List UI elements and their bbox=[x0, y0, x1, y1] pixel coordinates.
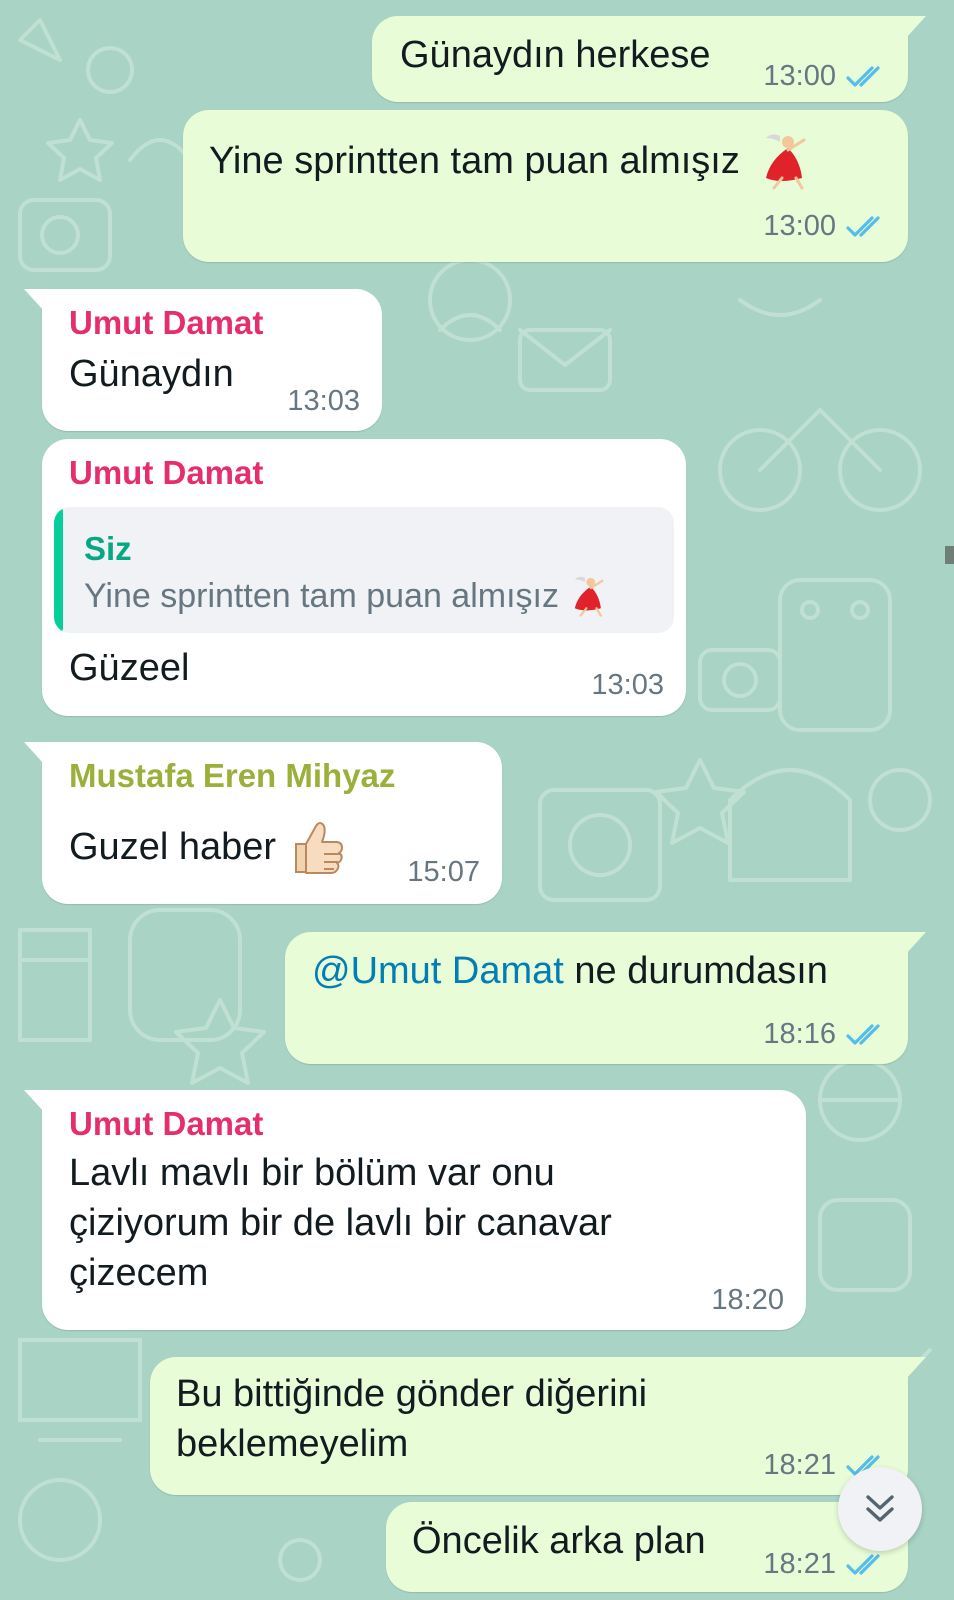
message-text-line: beklemeyelim bbox=[176, 1423, 409, 1465]
read-ticks-icon bbox=[846, 1023, 880, 1045]
sender-name: Umut Damat bbox=[69, 1105, 264, 1142]
message-list: Günaydın herkese 13:00 Yine sprintten ta… bbox=[0, 0, 954, 1600]
message-meta: 13:00 bbox=[763, 210, 886, 243]
message-text-line: Bu bittiğinde gönder diğerini bbox=[176, 1373, 648, 1415]
message-text: Güzeel bbox=[69, 647, 190, 689]
message-bubble-incoming[interactable]: Umut Damat Günaydın 13:03 bbox=[24, 289, 382, 431]
message-text-row: Guzel haber bbox=[69, 818, 346, 876]
message-bubble-outgoing[interactable]: @Umut Damat ne durumdasın 18:16 bbox=[285, 932, 926, 1064]
message-time: 13:03 bbox=[287, 385, 360, 417]
quoted-text: Yine sprintten tam puan almışız bbox=[84, 576, 559, 615]
sender-name: Umut Damat bbox=[69, 304, 264, 341]
message-bubble-incoming[interactable]: Mustafa Eren Mihyaz Guzel haber 15:07 bbox=[24, 742, 502, 904]
message-time: 18:16 bbox=[763, 1018, 836, 1050]
message-text-line: Lavlı mavlı bir bölüm var onu bbox=[69, 1152, 555, 1194]
message-time: 13:00 bbox=[763, 210, 836, 242]
read-ticks-icon bbox=[846, 215, 880, 237]
mention-link[interactable]: @Umut Damat bbox=[312, 950, 564, 992]
message-time: 18:20 bbox=[711, 1284, 784, 1316]
message-bubble-outgoing[interactable]: Bu bittiğinde gönder diğerini beklemeyel… bbox=[150, 1357, 926, 1495]
thumbs-up-icon bbox=[295, 822, 344, 874]
quoted-text-row: Yine sprintten tam puan almışız bbox=[84, 575, 611, 617]
sender-name: Mustafa Eren Mihyaz bbox=[69, 757, 396, 794]
read-ticks-icon bbox=[846, 65, 880, 87]
message-time: 18:21 bbox=[763, 1548, 836, 1580]
message-text-row: @Umut Damat ne durumdasın bbox=[312, 946, 828, 996]
message-text: Guzel haber bbox=[69, 826, 277, 868]
message-text-line: çizecem bbox=[69, 1252, 209, 1294]
message-meta: 13:00 bbox=[763, 60, 886, 93]
sender-name: Umut Damat bbox=[69, 454, 264, 491]
message-bubble-outgoing[interactable]: Yine sprintten tam puan almışız 13:00 bbox=[183, 110, 908, 262]
message-text: Günaydın herkese bbox=[400, 34, 711, 76]
message-text: Yine sprintten tam puan almışız bbox=[209, 140, 740, 182]
scroll-to-bottom-button[interactable] bbox=[838, 1467, 922, 1551]
message-time: 13:03 bbox=[591, 669, 664, 701]
quoted-message[interactable]: Siz Yine sprintten tam puan almışız bbox=[54, 507, 674, 633]
message-text: Öncelik arka plan bbox=[412, 1520, 706, 1562]
message-text: ne durumdasın bbox=[563, 950, 828, 992]
message-meta: 13:03 bbox=[287, 385, 360, 418]
message-bubble-outgoing[interactable]: Günaydın herkese 13:00 bbox=[372, 16, 926, 102]
double-chevron-down-icon bbox=[866, 1495, 894, 1522]
read-ticks-icon bbox=[846, 1553, 880, 1575]
message-meta: 18:21 bbox=[763, 1548, 886, 1581]
message-meta: 18:16 bbox=[763, 1018, 886, 1051]
message-time: 13:00 bbox=[763, 60, 836, 92]
message-time: 15:07 bbox=[407, 856, 480, 888]
quote-accent-bar bbox=[54, 507, 63, 633]
message-text-row: Yine sprintten tam puan almışız bbox=[209, 132, 816, 190]
message-bubble-incoming[interactable]: Umut Damat Lavlı mavlı bir bölüm var onu… bbox=[24, 1090, 806, 1330]
woman-dancing-icon bbox=[765, 134, 806, 190]
message-bubble-outgoing[interactable]: Öncelik arka plan 18:21 bbox=[386, 1502, 908, 1592]
message-time: 18:21 bbox=[763, 1449, 836, 1481]
message-text-line: çiziyorum bir de lavlı bir canavar bbox=[69, 1202, 612, 1244]
quoted-sender-name: Siz bbox=[84, 530, 132, 567]
message-meta: 13:03 bbox=[591, 669, 664, 702]
message-bubble-incoming[interactable]: Umut Damat Siz Yine sprintten tam puan a… bbox=[42, 439, 686, 716]
message-meta: 18:20 bbox=[711, 1284, 784, 1317]
message-text: Günaydın bbox=[69, 353, 234, 395]
message-meta: 15:07 bbox=[407, 856, 480, 889]
woman-dancing-icon bbox=[574, 576, 604, 617]
